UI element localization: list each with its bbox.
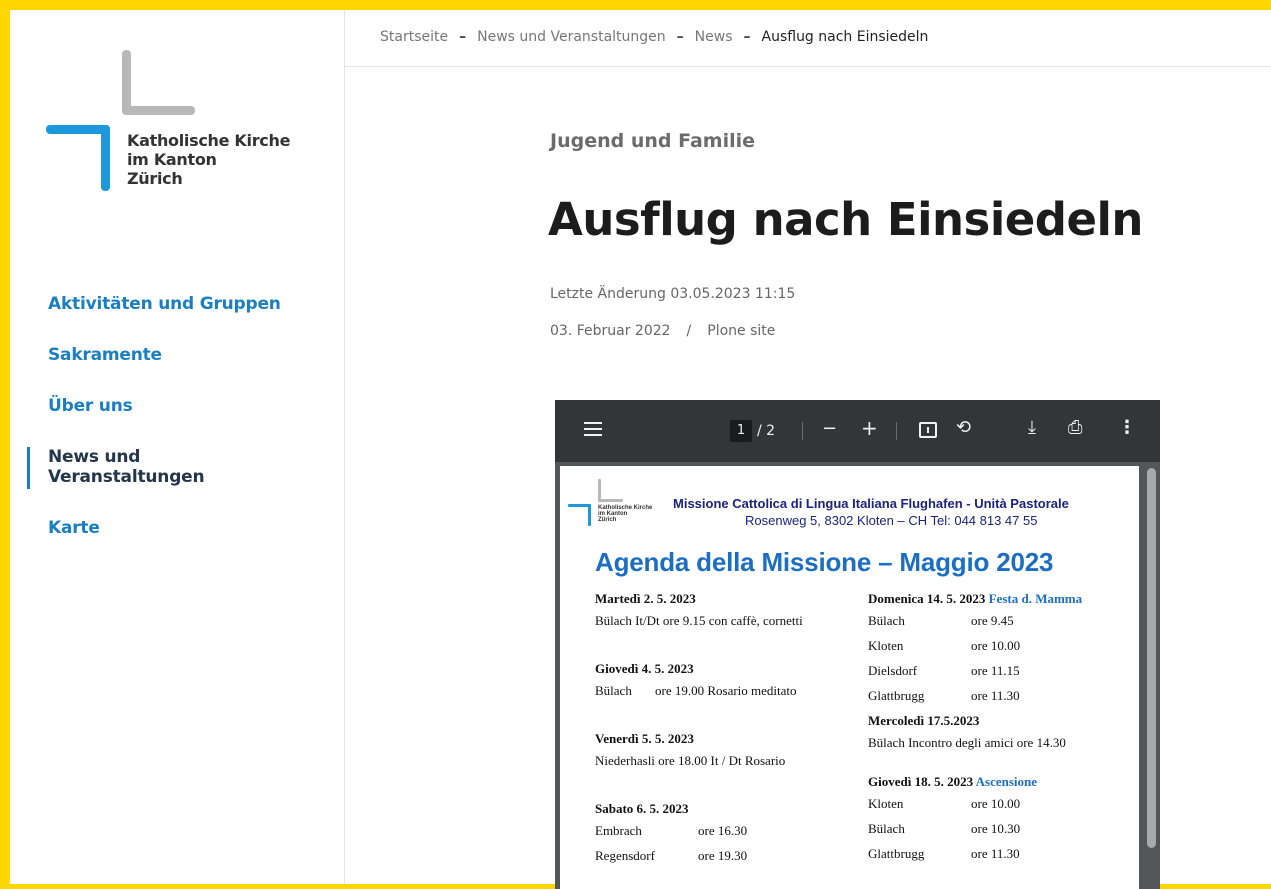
agenda-line: Bülach ore 9.45 xyxy=(868,613,1014,628)
logo-line: Zürich xyxy=(127,169,183,188)
breadcrumb: Startseite – News und Veranstaltungen – News… xyxy=(345,10,1271,67)
document-title: Agenda della Missione – Maggio 2023 xyxy=(595,547,1054,577)
sidebar-item-ueber-uns[interactable]: Über uns xyxy=(48,396,338,416)
agenda-line: Bülach ore 10.30 xyxy=(868,821,1021,836)
sidebar-item-news[interactable]: News und Veranstaltungen xyxy=(27,447,338,489)
agenda-date: Giovedì 18. 5. 2023 Ascensione xyxy=(868,774,1038,789)
frame-top-border xyxy=(0,0,1271,10)
agenda-column-left: Martedì 2. 5. 2023 Bülach It/Dt ore 9.15… xyxy=(595,590,865,868)
logo-blue-vertical xyxy=(101,125,110,191)
byline: 03. Februar 2022 / Plone site xyxy=(550,323,775,339)
document-logo-text: Katholische Kirche im Kanton Zürich xyxy=(598,505,653,523)
last-modified: Letzte Änderung 03.05.2023 11:15 xyxy=(550,286,796,302)
byline-separator: / xyxy=(686,323,692,339)
breadcrumb-current: Ausflug nach Einsiedeln xyxy=(761,29,929,45)
sidebar-item-sakramente[interactable]: Sakramente xyxy=(48,345,338,365)
author: Plone site xyxy=(707,323,776,339)
download-icon[interactable]: ⤓ xyxy=(1028,418,1036,438)
pdf-scrollbar-thumb[interactable] xyxy=(1147,468,1156,848)
agenda-date: Giovedì 4. 5. 2023 xyxy=(595,661,694,676)
agenda-line: Glattbrugg ore 11.30 xyxy=(868,688,1020,703)
agenda-date: Sabato 6. 5. 2023 xyxy=(595,801,689,816)
agenda-feast: Festa d. Mamma xyxy=(988,591,1083,606)
pdf-page: Katholische Kirche im Kanton Zürich Miss… xyxy=(560,466,1139,889)
agenda-line: Bülach It/Dt ore 9.15 con caffè, cornett… xyxy=(595,613,803,628)
logo-line: Katholische Kirche xyxy=(127,131,291,150)
agenda-entry: Giovedì 18. 5. 2023 Ascensione Kloten ore… xyxy=(868,773,1138,866)
agenda-date: Martedì 2. 5. 2023 xyxy=(595,591,696,606)
agenda-line: Bülach Incontro degli amici ore 14.30 xyxy=(868,735,1066,750)
pdf-toolbar: 1 / 2 − + ⟲ ⤓ ⎙ ⋮ xyxy=(555,400,1160,462)
article-category: Jugend und Familie xyxy=(550,130,756,152)
sidebar-item-news-line: News und xyxy=(48,447,141,467)
agenda-entry: Venerdì 5. 5. 2023 Niederhasli ore 18.00… xyxy=(595,730,865,773)
breadcrumb-link-news-veranstaltungen[interactable]: News und Veranstaltungen xyxy=(477,29,666,45)
agenda-line: Kloten ore 10.00 xyxy=(868,638,1021,653)
publish-date: 03. Februar 2022 xyxy=(550,323,671,339)
agenda-column-right: Domenica 14. 5. 2023 Festa d. Mamma Büla… xyxy=(868,590,1138,866)
agenda-date: Mercoledì 17.5.2023 xyxy=(868,713,980,728)
agenda-entry: Mercoledì 17.5.2023 Bülach Incontro degl… xyxy=(868,712,1138,755)
logo-gray-vertical xyxy=(122,50,131,114)
toolbar-divider xyxy=(802,422,803,440)
page-total: / 2 xyxy=(757,423,776,439)
menu-icon[interactable] xyxy=(584,422,602,438)
site-logo[interactable]: Katholische Kirche im Kanton Zürich xyxy=(46,50,306,200)
agenda-line: Niederhasli ore 18.00 It / Dt Rosario xyxy=(595,753,786,768)
document-logo: Katholische Kirche im Kanton Zürich xyxy=(568,479,652,526)
more-options-icon[interactable]: ⋮ xyxy=(1118,418,1136,438)
pdf-viewer[interactable]: 1 / 2 − + ⟲ ⤓ ⎙ ⋮ Katholische Kirche im … xyxy=(555,400,1160,889)
document-address: Rosenweg 5, 8302 Kloten – CH Tel: 044 81… xyxy=(745,513,1038,528)
logo-gray-horizontal xyxy=(122,106,195,115)
agenda-entry: Sabato 6. 5. 2023 Embrach ore 16.30 Regen… xyxy=(595,800,865,868)
page-number-input[interactable]: 1 xyxy=(730,420,752,442)
sidebar-item-news-line: Veranstaltungen xyxy=(48,467,205,487)
sidebar-item-aktivitaeten[interactable]: Aktivitäten und Gruppen xyxy=(48,294,338,314)
zoom-out-icon[interactable]: − xyxy=(822,419,837,439)
agenda-entry: Giovedì 4. 5. 2023 Bülach ore 19.00 Rosar… xyxy=(595,660,865,703)
sidebar-nav: Aktivitäten und Gruppen Sakramente Über … xyxy=(27,294,338,569)
agenda-entry: Martedì 2. 5. 2023 Bülach It/Dt ore 9.15… xyxy=(595,590,865,633)
zoom-in-icon[interactable]: + xyxy=(861,418,878,438)
document-org: Missione Cattolica di Lingua Italiana Fl… xyxy=(673,496,1069,511)
agenda-line: Dielsdorf ore 11.15 xyxy=(868,663,1020,678)
print-icon[interactable]: ⎙ xyxy=(1068,418,1082,438)
agenda-date: Venerdì 5. 5. 2023 xyxy=(595,731,694,746)
fit-page-icon[interactable] xyxy=(919,422,937,438)
agenda-line: Regensdorf ore 19.30 xyxy=(595,848,748,863)
agenda-line: Bülach ore 19.00 Rosario meditato xyxy=(595,683,797,698)
page-title: Ausflug nach Einsiedeln xyxy=(548,193,1143,246)
breadcrumb-separator: – xyxy=(459,29,467,45)
breadcrumb-separator: – xyxy=(743,29,751,45)
sidebar-item-karte[interactable]: Karte xyxy=(48,518,338,538)
agenda-feast: Ascensione xyxy=(975,774,1038,789)
sidebar: Katholische Kirche im Kanton Zürich Akti… xyxy=(10,10,345,884)
agenda-line: Kloten ore 10.00 xyxy=(868,796,1021,811)
breadcrumb-separator: – xyxy=(676,29,684,45)
breadcrumb-link-news[interactable]: News xyxy=(695,29,733,45)
rotate-icon[interactable]: ⟲ xyxy=(956,418,971,438)
agenda-date: Domenica 14. 5. 2023 Festa d. Mamma xyxy=(868,591,1083,606)
breadcrumb-link-startseite[interactable]: Startseite xyxy=(380,29,448,45)
agenda-line: Glattbrugg ore 11.30 xyxy=(868,846,1020,861)
frame-left-border xyxy=(0,0,10,889)
agenda-line: Embrach ore 16.30 xyxy=(595,823,748,838)
logo-text: Katholische Kirche im Kanton Zürich xyxy=(127,131,290,188)
toolbar-divider xyxy=(896,422,897,440)
agenda-entry: Domenica 14. 5. 2023 Festa d. Mamma Büla… xyxy=(868,590,1138,708)
logo-line: im Kanton xyxy=(127,150,217,169)
